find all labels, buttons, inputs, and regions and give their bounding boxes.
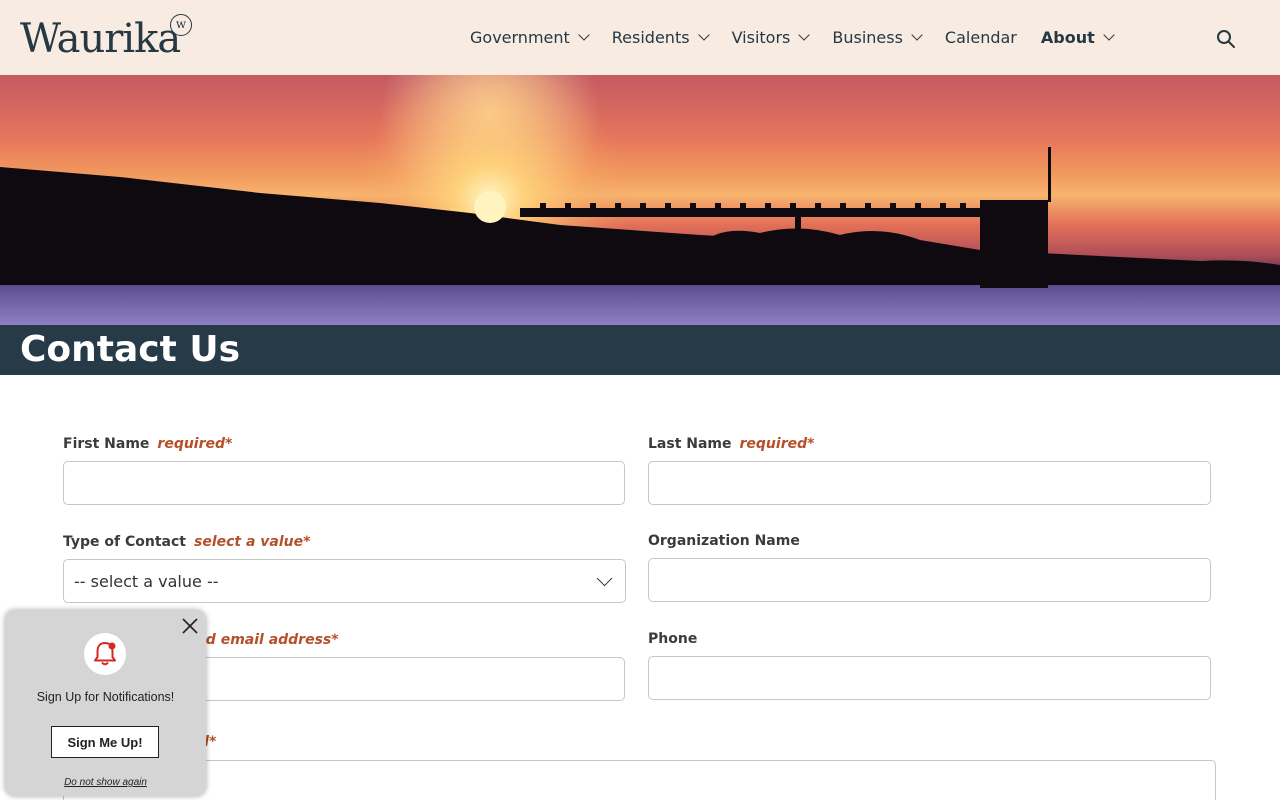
label-text: Type of Contact (63, 534, 186, 550)
nav-label: Visitors (731, 28, 791, 47)
site-logo[interactable]: Waurika w (20, 14, 192, 64)
label-text: Organization Name (648, 533, 800, 549)
nav-label: Calendar (944, 28, 1017, 47)
bell-icon (94, 642, 116, 666)
bell-badge (84, 633, 126, 675)
notification-popup: Sign Up for Notifications! Sign Me Up! D… (5, 610, 206, 796)
nav-label: Business (832, 28, 903, 47)
organization-input[interactable] (648, 558, 1211, 602)
phone-label: Phone (648, 631, 697, 647)
nav-about[interactable]: About (1040, 28, 1115, 47)
search-icon (1217, 30, 1235, 48)
close-button[interactable] (181, 617, 199, 635)
nav-calendar[interactable]: Calendar (945, 28, 1017, 47)
label-text: Phone (648, 631, 698, 647)
message-textarea[interactable] (63, 760, 1216, 800)
popup-message: Sign Up for Notifications! (36, 690, 175, 704)
chevron-down-icon (697, 29, 710, 41)
chevron-down-icon (596, 570, 613, 587)
chevron-down-icon (911, 29, 923, 41)
last-name-input[interactable] (648, 461, 1211, 505)
required-indicator: required* (739, 436, 815, 452)
chevron-down-icon (578, 29, 590, 41)
search-button[interactable] (1216, 29, 1236, 49)
nav-label: About (1040, 28, 1095, 47)
page-title: Contact Us (20, 329, 241, 370)
nav-label: Residents (611, 28, 690, 47)
sunset-lake-image (0, 75, 1280, 325)
contact-type-select[interactable]: -- select a value -- (63, 559, 626, 603)
main-nav: Government Residents Visitors Business C… (458, 0, 1125, 75)
logo-text: Waurika (20, 16, 181, 62)
contact-type-label: Type of Contact select a value* (63, 534, 310, 550)
first-name-label: First Name required* (63, 436, 232, 452)
nav-label: Government (470, 28, 570, 47)
select-value: -- select a value -- (74, 571, 219, 591)
organization-label: Organization Name (648, 533, 800, 549)
label-text: Last Name (648, 436, 732, 452)
required-indicator: required* (157, 436, 233, 452)
nav-business[interactable]: Business (832, 28, 923, 47)
required-indicator: select a value* (193, 534, 311, 550)
page-title-band: Contact Us (0, 325, 1280, 375)
nav-government[interactable]: Government (470, 28, 590, 47)
sign-me-up-button[interactable]: Sign Me Up! (51, 726, 159, 758)
site-header: Waurika w Government Residents Visitors … (0, 0, 1280, 75)
last-name-label: Last Name required* (648, 436, 814, 452)
chevron-down-icon (1103, 29, 1115, 41)
nav-visitors[interactable]: Visitors (731, 28, 811, 47)
do-not-show-again-link[interactable]: Do not show again (5, 777, 206, 788)
nav-residents[interactable]: Residents (611, 28, 710, 47)
logo-badge: w (170, 14, 192, 36)
phone-input[interactable] (648, 656, 1211, 700)
chevron-down-icon (798, 29, 811, 41)
label-text: First Name (63, 436, 150, 452)
hero-banner (0, 75, 1280, 325)
first-name-input[interactable] (63, 461, 625, 505)
close-icon (182, 618, 198, 634)
